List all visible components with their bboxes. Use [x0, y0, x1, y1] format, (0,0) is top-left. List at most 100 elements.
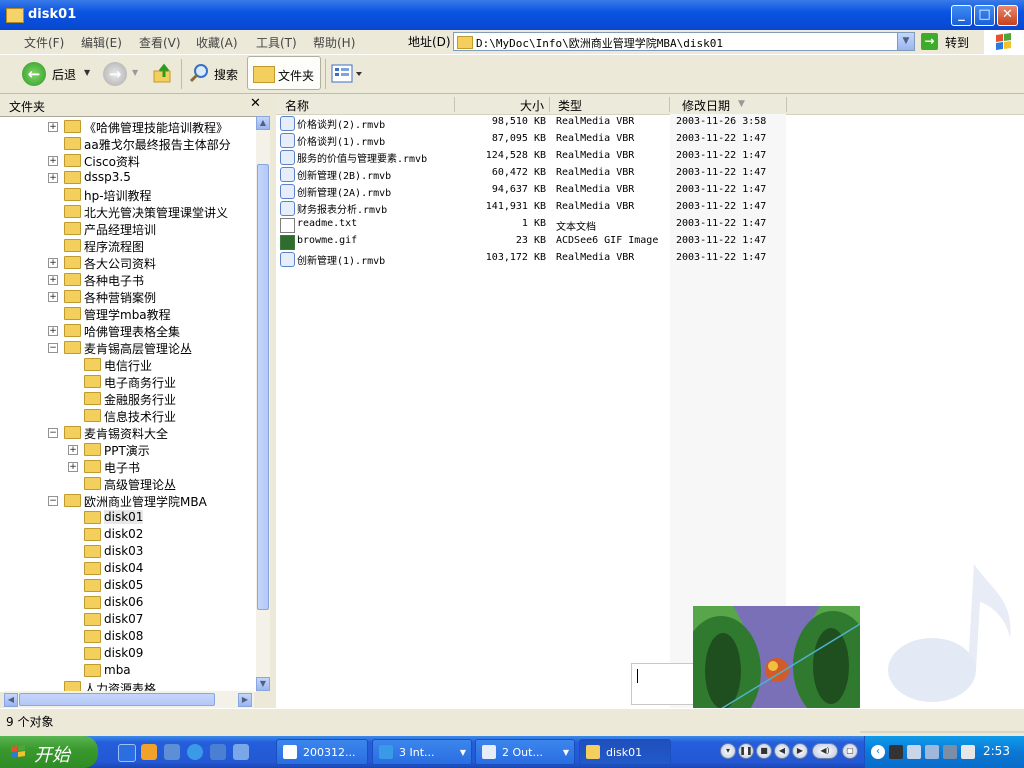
- folders-button[interactable]: 文件夹: [247, 56, 321, 90]
- tree-item-label[interactable]: 欧洲商业管理学院MBA: [84, 493, 207, 510]
- file-row[interactable]: browme.gif 23 KB ACDSee6 GIF Image 2003-11-…: [276, 233, 796, 250]
- volume-icon[interactable]: [961, 745, 975, 759]
- expand-icon[interactable]: +: [68, 462, 78, 472]
- tree-item-label[interactable]: disk05: [104, 578, 143, 592]
- menu-favorites[interactable]: 收藏(A): [196, 34, 238, 51]
- quicklaunch-app-icon[interactable]: [141, 744, 157, 760]
- tree-item-label[interactable]: disk06: [104, 595, 143, 609]
- folder-tree-horizontal-scrollbar[interactable]: ◀ ▶: [4, 691, 254, 708]
- file-row[interactable]: readme.txt 1 KB 文本文档 2003-11-22 1:47: [276, 216, 796, 233]
- minimize-button[interactable]: _: [951, 5, 972, 26]
- network-icon[interactable]: [925, 745, 939, 759]
- show-desktop-icon[interactable]: [164, 744, 180, 760]
- column-divider[interactable]: [669, 97, 670, 112]
- tree-item-label[interactable]: 各种电子书: [84, 272, 144, 289]
- expand-icon[interactable]: +: [48, 326, 58, 336]
- file-row[interactable]: 价格谈判(2).rmvb 98,510 KB RealMedia VBR 2003-1…: [276, 114, 796, 131]
- folder-pane-close-button[interactable]: ✕: [250, 96, 261, 111]
- collapse-icon[interactable]: −: [48, 428, 58, 438]
- search-button[interactable]: 搜索: [214, 66, 238, 83]
- tree-item-label[interactable]: 麦肯锡资料大全: [84, 425, 168, 442]
- quicklaunch-app-icon[interactable]: [233, 744, 249, 760]
- back-label[interactable]: 后退: [52, 66, 76, 83]
- tree-item-label[interactable]: disk01: [104, 510, 144, 524]
- restore-player-button[interactable]: ▢: [842, 743, 858, 759]
- expand-icon[interactable]: +: [68, 445, 78, 455]
- file-row[interactable]: 创新管理(1).rmvb 103,172 KB RealMedia VBR 2003-…: [276, 250, 796, 267]
- search-icon[interactable]: [189, 63, 209, 83]
- tree-item-label[interactable]: PPT演示: [104, 442, 150, 459]
- menu-tools[interactable]: 工具(T): [256, 34, 297, 51]
- menu-help[interactable]: 帮助(H): [313, 34, 355, 51]
- expand-icon[interactable]: +: [48, 292, 58, 302]
- tray-app-icon[interactable]: [889, 745, 903, 759]
- tree-item-label[interactable]: 电子书: [104, 459, 140, 476]
- scroll-right-button[interactable]: ▶: [238, 693, 252, 707]
- column-divider[interactable]: [786, 97, 787, 112]
- scroll-thumb[interactable]: [19, 693, 215, 706]
- tree-item-label[interactable]: disk09: [104, 646, 143, 660]
- tree-item-label[interactable]: 程序流程图: [84, 238, 144, 255]
- tree-item-label[interactable]: 各种营销案例: [84, 289, 156, 306]
- tree-item-label[interactable]: disk02: [104, 527, 143, 541]
- expand-icon[interactable]: +: [48, 275, 58, 285]
- file-row[interactable]: 创新管理(2A).rmvb 94,637 KB RealMedia VBR 2003-…: [276, 182, 796, 199]
- tree-item-label[interactable]: 《哈佛管理技能培训教程》: [84, 119, 228, 136]
- collapse-icon[interactable]: −: [48, 343, 58, 353]
- tray-app-icon[interactable]: [943, 745, 957, 759]
- tree-item-label[interactable]: 北大光管决策管理课堂讲义: [84, 204, 228, 221]
- tree-item-label[interactable]: 电子商务行业: [104, 374, 176, 391]
- tree-item-label[interactable]: disk04: [104, 561, 143, 575]
- folder-tree[interactable]: + 《哈佛管理技能培训教程》 aa雅戈尔最终报告主体部分 + Cisco资料 + dssp3…: [0, 116, 256, 692]
- taskbar-button[interactable]: 200312...: [276, 739, 368, 765]
- forward-dropdown-icon[interactable]: ▼: [132, 68, 138, 77]
- views-button[interactable]: [330, 63, 364, 85]
- tree-item-label[interactable]: 管理学mba教程: [84, 306, 171, 323]
- expand-icon[interactable]: +: [48, 258, 58, 268]
- scroll-down-button[interactable]: ▼: [256, 677, 270, 691]
- tree-item-label[interactable]: 金融服务行业: [104, 391, 176, 408]
- ime-composition-box[interactable]: [631, 663, 695, 705]
- quicklaunch-app-icon[interactable]: [210, 744, 226, 760]
- tree-item-label[interactable]: aa雅戈尔最终报告主体部分: [84, 136, 231, 153]
- expand-icon[interactable]: +: [48, 122, 58, 132]
- column-modified[interactable]: 修改日期: [682, 97, 730, 114]
- forward-button[interactable]: →: [103, 62, 127, 86]
- taskbar-button[interactable]: 2 Out... ▼: [475, 739, 575, 765]
- tree-item-label[interactable]: dssp3.5: [84, 170, 131, 184]
- previous-button[interactable]: ◀: [774, 743, 790, 759]
- tree-item-label[interactable]: 电信行业: [104, 357, 152, 374]
- tree-item-label[interactable]: disk07: [104, 612, 143, 626]
- next-button[interactable]: ▶: [792, 743, 808, 759]
- network-icon[interactable]: [907, 745, 921, 759]
- title-bar[interactable]: disk01 _ □ ✕: [0, 0, 1024, 30]
- scroll-up-button[interactable]: ▲: [256, 116, 270, 130]
- media-menu-button[interactable]: ▾: [720, 743, 736, 759]
- tree-item-label[interactable]: Cisco资料: [84, 153, 140, 170]
- address-field[interactable]: D:\MyDoc\Info\欧洲商业管理学院MBA\disk01 ▼: [453, 32, 915, 51]
- folder-tree-vertical-scrollbar[interactable]: ▲ ▼: [256, 116, 270, 691]
- media-player-icon[interactable]: [118, 744, 136, 762]
- expand-icon[interactable]: +: [48, 156, 58, 166]
- clock[interactable]: 2:53: [983, 744, 1010, 758]
- volume-button[interactable]: ◀): [812, 743, 838, 759]
- taskbar-button[interactable]: 3 Int... ▼: [372, 739, 472, 765]
- file-row[interactable]: 创新管理(2B).rmvb 60,472 KB RealMedia VBR 2003-…: [276, 165, 796, 182]
- column-type[interactable]: 类型: [558, 97, 582, 114]
- back-dropdown-icon[interactable]: ▼: [84, 68, 90, 77]
- back-button[interactable]: ←: [22, 62, 46, 86]
- tree-item-label[interactable]: mba: [104, 663, 131, 677]
- file-row[interactable]: 价格谈判(1).rmvb 87,095 KB RealMedia VBR 2003-1…: [276, 131, 796, 148]
- stop-button[interactable]: ■: [756, 743, 772, 759]
- tree-item-label[interactable]: 信息技术行业: [104, 408, 176, 425]
- tree-item-label[interactable]: 麦肯锡高层管理论丛: [84, 340, 192, 357]
- column-divider[interactable]: [454, 97, 455, 112]
- file-row[interactable]: 财务报表分析.rmvb 141,931 KB RealMedia VBR 2003-1…: [276, 199, 796, 216]
- close-button[interactable]: ✕: [997, 5, 1018, 26]
- expand-icon[interactable]: +: [48, 173, 58, 183]
- tree-item-label[interactable]: disk08: [104, 629, 143, 643]
- menu-file[interactable]: 文件(F): [24, 34, 64, 51]
- address-value[interactable]: D:\MyDoc\Info\欧洲商业管理学院MBA\disk01: [476, 35, 723, 51]
- start-button[interactable]: 开始: [0, 736, 98, 768]
- ie-icon[interactable]: [187, 744, 203, 760]
